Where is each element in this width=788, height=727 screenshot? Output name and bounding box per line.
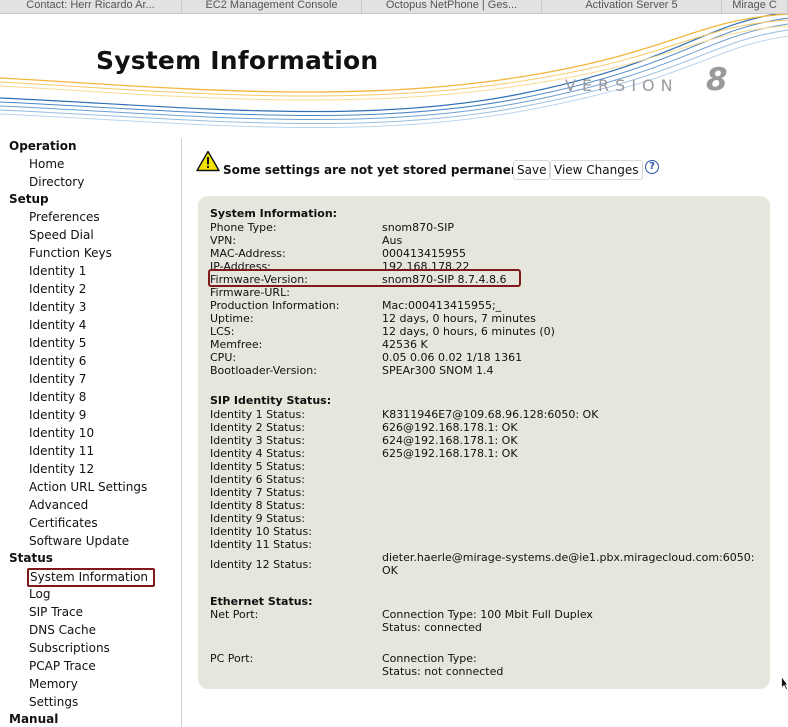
info-label-production-information: Production Information: [210,299,340,312]
info-label-lcs: LCS: [210,325,235,338]
nav-heading-manual[interactable]: Manual [9,712,58,726]
sip-label-identity-7: Identity 7 Status: [210,486,305,499]
info-label-cpu: CPU: [210,351,237,364]
sidebar-item-advanced[interactable]: Advanced [29,498,88,513]
net-port-label: Net Port: [210,608,259,621]
sip-label-identity-6: Identity 6 Status: [210,473,305,486]
sip-value-identity-3: 624@192.168.178.1: OK [382,434,518,447]
sip-value-identity-4: 625@192.168.178.1: OK [382,447,518,460]
sidebar-item-identity-11[interactable]: Identity 11 [29,444,94,459]
nav-heading-status: Status [9,551,53,565]
sip-value-identity-1: K8311946E7@109.68.96.128:6050: OK [382,408,599,421]
sidebar-item-action-url-settings[interactable]: Action URL Settings [29,480,147,495]
info-label-firmware-url: Firmware-URL: [210,286,290,299]
sidebar-item-identity-6[interactable]: Identity 6 [29,354,86,369]
help-icon[interactable]: ? [645,160,659,174]
sip-label-identity-8: Identity 8 Status: [210,499,305,512]
system-information-heading: System Information: [210,207,338,220]
page-header: System Information VERSION 8 [0,14,788,134]
info-label-vpn: VPN: [210,234,237,247]
info-label-mac-address: MAC-Address: [210,247,286,260]
sidebar-item-system-information[interactable]: System Information [27,568,156,587]
sidebar-item-identity-4[interactable]: Identity 4 [29,318,86,333]
sidebar-item-dns-cache[interactable]: DNS Cache [29,623,96,638]
mouse-cursor-icon [781,676,788,690]
browser-tab[interactable]: Contact: Herr Ricardo Ar... [0,0,182,13]
sidebar-item-preferences[interactable]: Preferences [29,210,100,225]
info-label-memfree: Memfree: [210,338,263,351]
warning-icon [196,150,220,172]
sip-label-identity-11: Identity 11 Status: [210,538,312,551]
sidebar-item-settings[interactable]: Settings [29,695,78,710]
browser-tab[interactable]: Mirage C [722,0,788,13]
sip-identity-status-heading: SIP Identity Status: [210,394,332,407]
sip-label-identity-3: Identity 3 Status: [210,434,305,447]
firmware-version-highlight [208,269,521,287]
browser-tab[interactable]: Activation Server 5 [542,0,722,13]
page-title: System Information [96,46,379,75]
ethernet-status-heading: Ethernet Status: [210,595,313,608]
info-value-vpn: Aus [382,234,403,247]
sidebar-item-function-keys[interactable]: Function Keys [29,246,112,261]
sip-value-identity-2: 626@192.168.178.1: OK [382,421,518,434]
pc-port-connection-type: Connection Type: [382,652,477,665]
info-label-uptime: Uptime: [210,312,254,325]
pc-port-label: PC Port: [210,652,254,665]
info-value-cpu: 0.05 0.06 0.02 1/18 1361 [382,351,523,364]
sidebar-item-identity-9[interactable]: Identity 9 [29,408,86,423]
sidebar-item-identity-12[interactable]: Identity 12 [29,462,94,477]
sidebar-item-identity-8[interactable]: Identity 8 [29,390,86,405]
save-button[interactable]: Save [513,160,551,180]
sip-value-identity-12: dieter.haerle@mirage-systems.de@ie1.pbx.… [382,551,755,564]
sidebar-item-home[interactable]: Home [29,157,64,172]
nav-heading-setup: Setup [9,192,49,206]
info-value-memfree: 42536 K [382,338,428,351]
browser-tab[interactable]: Octopus NetPhone | Ges... [362,0,542,13]
view-changes-button[interactable]: View Changes [550,160,643,180]
version-number: 8 [706,62,728,98]
info-value-bootloader-version: SPEAr300 SNOM 1.4 [382,364,494,377]
sidebar-item-pcap-trace[interactable]: PCAP Trace [29,659,96,674]
sip-label-identity-5: Identity 5 Status: [210,460,305,473]
sip-label-identity-4: Identity 4 Status: [210,447,305,460]
sidebar-item-speed-dial[interactable]: Speed Dial [29,228,94,243]
net-port-status: Status: connected [382,621,482,634]
sidebar-item-identity-10[interactable]: Identity 10 [29,426,94,441]
info-label-bootloader-version: Bootloader-Version: [210,364,317,377]
info-value-mac-address: 000413415955 [382,247,466,260]
sip-label-identity-2: Identity 2 Status: [210,421,305,434]
version-label: VERSION [565,76,679,95]
info-value-lcs: 12 days, 0 hours, 6 minutes (0) [382,325,555,338]
sidebar-item-sip-trace[interactable]: SIP Trace [29,605,83,620]
info-label-phone-type: Phone Type: [210,221,277,234]
sidebar-item-log[interactable]: Log [29,587,50,602]
nav-heading-operation: Operation [9,139,77,153]
sidebar-item-identity-3[interactable]: Identity 3 [29,300,86,315]
unsaved-settings-notice: Some settings are not yet stored permane… [223,163,541,177]
pc-port-status: Status: not connected [382,665,504,678]
sidebar-item-identity-5[interactable]: Identity 5 [29,336,86,351]
sip-label-identity-10: Identity 10 Status: [210,525,312,538]
sip-label-identity-12: Identity 12 Status: [210,558,312,571]
sidebar-nav: Operation Home Directory Setup Preferenc… [0,138,182,727]
net-port-connection-type: Connection Type: 100 Mbit Full Duplex [382,608,593,621]
browser-tab[interactable]: EC2 Management Console [182,0,362,13]
sip-label-identity-9: Identity 9 Status: [210,512,305,525]
sidebar-item-memory[interactable]: Memory [29,677,78,692]
browser-tab-strip: Contact: Herr Ricardo Ar... EC2 Manageme… [0,0,788,14]
sip-value-identity-12-status: OK [382,564,398,577]
sip-label-identity-1: Identity 1 Status: [210,408,305,421]
sidebar-item-directory[interactable]: Directory [29,175,84,190]
info-value-uptime: 12 days, 0 hours, 7 minutes [382,312,536,325]
sidebar-item-certificates[interactable]: Certificates [29,516,98,531]
sidebar-item-identity-7[interactable]: Identity 7 [29,372,86,387]
sidebar-item-identity-2[interactable]: Identity 2 [29,282,86,297]
info-value-phone-type: snom870-SIP [382,221,454,234]
info-value-production-information: Mac:000413415955;_ [382,299,502,312]
sidebar-item-subscriptions[interactable]: Subscriptions [29,641,110,656]
sidebar-item-software-update[interactable]: Software Update [29,534,129,549]
sidebar-item-identity-1[interactable]: Identity 1 [29,264,86,279]
